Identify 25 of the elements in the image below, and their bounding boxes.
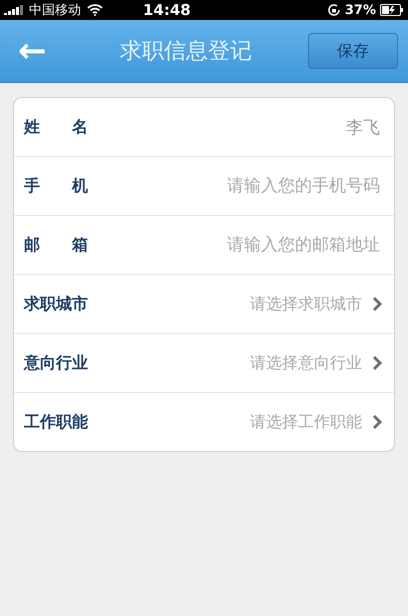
signal-icon [4,5,26,15]
battery-icon [380,4,404,16]
field-label: 工作职能 [24,412,89,432]
wifi-icon [87,4,103,16]
field-label: 手 机 [24,176,89,196]
rotation-lock-icon [326,3,341,17]
back-button[interactable]: ← [18,34,78,68]
input-field[interactable]: 李飞 [114,116,382,138]
select-field[interactable]: 请选择工作职能 [250,412,362,432]
select-field[interactable]: 请选择意向行业 [250,352,362,374]
field-label: 邮 箱 [24,234,89,256]
page-title: 求职信息登记 [119,38,253,66]
field-label: 求职城市 [24,294,89,314]
battery-percentage: 37% [344,2,376,18]
field-label: 姓 名 [24,116,89,138]
chevron-right-icon [372,414,382,430]
select-field[interactable]: 请选择求职城市 [250,294,362,314]
input-field[interactable]: 请输入您的邮箱地址 [114,234,382,256]
input-field[interactable]: 请输入您的手机号码 [114,175,382,197]
field-label: 意向行业 [24,352,89,374]
carrier-name: 中国移动 [29,2,81,19]
status-time: 14:48 [143,1,191,19]
chevron-right-icon [372,355,382,371]
save-button[interactable]: 保存 [308,33,398,69]
chevron-right-icon [372,296,382,312]
